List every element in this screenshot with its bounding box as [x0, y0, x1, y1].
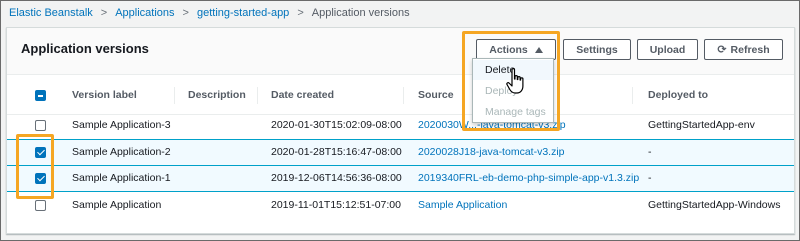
version-label-cell: Sample Application-1 [72, 172, 171, 184]
refresh-button-label: Refresh [730, 43, 770, 56]
date-created-cell: 2020-01-30T15:02:09-08:00 [271, 119, 402, 131]
column-divider [632, 87, 633, 104]
column-header-date-created[interactable]: Date created [271, 88, 334, 102]
column-divider [174, 87, 175, 104]
refresh-icon: ⟳ [717, 44, 727, 56]
breadcrumb-link-applications[interactable]: Applications [115, 7, 174, 19]
column-header-description[interactable]: Description [188, 88, 246, 102]
hand-cursor-icon [506, 68, 524, 94]
table-header: Version label Description Date created S… [7, 75, 794, 115]
table-row[interactable]: Sample Application-3 2020-01-30T15:02:09… [7, 112, 794, 139]
breadcrumb-separator-icon: > [100, 7, 108, 19]
column-header-version-label[interactable]: Version label [72, 88, 137, 102]
row-checkbox[interactable] [35, 120, 46, 131]
refresh-button[interactable]: ⟳ Refresh [704, 39, 783, 60]
date-created-cell: 2019-12-06T14:56:36-08:00 [271, 172, 402, 184]
row-checkbox[interactable] [35, 200, 46, 211]
date-created-cell: 2019-11-01T15:12:51-07:00 [271, 199, 401, 211]
version-label-cell: Sample Application-3 [72, 119, 171, 131]
deployed-to-cell: - [648, 172, 652, 184]
upload-button[interactable]: Upload [637, 39, 698, 60]
checkbox-highlight-box [16, 134, 54, 199]
column-divider [403, 87, 404, 104]
source-link[interactable]: 2019340FRL-eb-demo-php-simple-app-v1.3.z… [418, 172, 639, 184]
breadcrumb-separator-icon: > [297, 7, 304, 19]
deployed-to-cell: - [648, 146, 652, 158]
select-all-checkbox[interactable] [35, 90, 46, 101]
source-link[interactable]: 2020028J18-java-tomcat-v3.zip [418, 146, 565, 158]
table-row[interactable]: Sample Application-2 2020-01-28T15:16:47… [7, 139, 794, 166]
table-row[interactable]: Sample Application 2019-11-01T15:12:51-0… [7, 192, 794, 219]
date-created-cell: 2020-01-28T15:16:47-08:00 [271, 146, 402, 158]
column-divider [257, 87, 258, 104]
deployed-to-cell: GettingStartedApp-Windows [648, 199, 781, 211]
breadcrumb-link-app[interactable]: getting-started-app [197, 7, 289, 19]
settings-button[interactable]: Settings [563, 39, 631, 60]
version-label-cell: Sample Application-2 [72, 146, 171, 158]
version-label-cell: Sample Application [72, 199, 162, 211]
breadcrumb-link-elastic-beanstalk[interactable]: Elastic Beanstalk [9, 7, 93, 19]
column-header-deployed-to[interactable]: Deployed to [648, 88, 708, 102]
source-link[interactable]: Sample Application [418, 199, 507, 211]
column-header-source[interactable]: Source [418, 88, 454, 102]
breadcrumb-current: Application versions [311, 7, 410, 19]
table-row[interactable]: Sample Application-1 2019-12-06T14:56:36… [7, 165, 794, 192]
breadcrumb: Elastic Beanstalk > Applications > getti… [9, 6, 410, 20]
page-title: Application versions [21, 41, 149, 56]
breadcrumb-separator-icon: > [182, 7, 189, 19]
deployed-to-cell: GettingStartedApp-env [648, 119, 755, 131]
application-versions-panel: Application versions Actions Settings Up… [6, 27, 795, 234]
